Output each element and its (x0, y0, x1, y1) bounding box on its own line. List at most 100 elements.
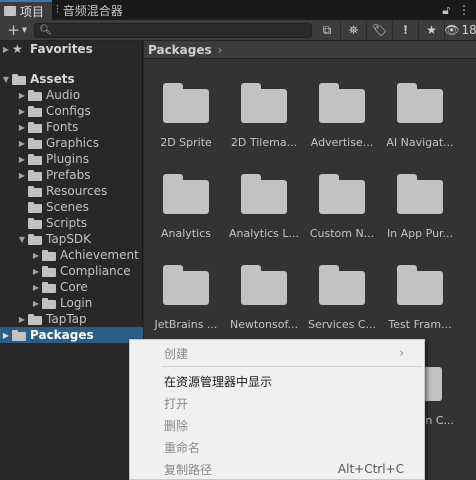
folder-icon (241, 83, 287, 123)
tree-item-taptap[interactable]: ▶ TapTap (0, 311, 143, 327)
folder-open-icon (12, 73, 26, 85)
grid-item[interactable]: Test Fram... (381, 265, 459, 345)
chevron-right-icon[interactable]: ▶ (16, 139, 28, 148)
chevron-right-icon[interactable]: ▶ (16, 315, 28, 324)
tree-item-label: Configs (46, 104, 91, 118)
chevron-right-icon[interactable]: ▶ (16, 171, 28, 180)
tree-favorites[interactable]: ▶ ★ Favorites (0, 41, 143, 57)
tree-item-resources[interactable]: Resources (0, 183, 143, 199)
tree-packages[interactable]: ▶ Packages (0, 327, 143, 343)
tab-audio-mixer-label: 音频混合器 (62, 3, 123, 18)
label-icon[interactable]: 🏷︎ (366, 20, 392, 40)
grid-item[interactable]: JetBrains ... (147, 265, 225, 345)
grid-item[interactable]: Advertise... (303, 83, 381, 163)
tree-item-label: Prefabs (46, 168, 91, 182)
chevron-right-icon[interactable]: ▶ (16, 123, 28, 132)
tree-assets[interactable]: ▼ Assets (0, 71, 143, 87)
folder-icon (28, 137, 42, 149)
menu-item-create[interactable]: 创建 › (130, 342, 424, 364)
lock-icon[interactable]: 🔓︎ (442, 3, 450, 18)
tree-item-label: Resources (46, 184, 108, 198)
tree-item-prefabs[interactable]: ▶ Prefabs (0, 167, 143, 183)
menu-item-rename[interactable]: 重命名 (130, 436, 424, 458)
menu-item-label: 打开 (164, 396, 189, 411)
grid-item[interactable]: Analytics L... (225, 174, 303, 254)
plus-icon: + (7, 21, 20, 39)
folder-icon (28, 201, 42, 213)
grid-item[interactable]: AI Navigat... (381, 83, 459, 163)
menu-item-copy-path[interactable]: 复制路径 Alt+Ctrl+C (130, 458, 424, 480)
grid-item[interactable]: 2D Sprite (147, 83, 225, 163)
tree-item-login[interactable]: ▶ Login (0, 295, 143, 311)
tree-item-audio[interactable]: ▶ Audio (0, 87, 143, 103)
breadcrumb-packages[interactable]: Packages (148, 43, 212, 57)
folder-icon (28, 313, 42, 325)
chevron-down-icon[interactable]: ▼ (16, 235, 28, 244)
menu-item-show-in-explorer[interactable]: 在资源管理器中显示 (130, 370, 424, 392)
tree-assets-label: Assets (30, 72, 75, 86)
folder-icon (28, 153, 42, 165)
tree-item-label: Audio (46, 88, 81, 102)
grid-item-label: In App Pur... (386, 227, 454, 240)
tree-item-configs[interactable]: ▶ Configs (0, 103, 143, 119)
search-field[interactable]: 🔍︎ (34, 22, 312, 38)
mixer-icon: ⫶ (56, 3, 59, 16)
grid-item[interactable]: 2D Tilema... (225, 83, 303, 163)
folder-icon (163, 83, 209, 123)
favorite-star-icon[interactable]: ★ (418, 20, 444, 40)
tab-audio-mixer[interactable]: ⫶ 音频混合器 (52, 0, 131, 20)
folder-icon (28, 185, 42, 197)
grid-item[interactable]: Analytics (147, 174, 225, 254)
menu-item-delete[interactable]: 删除 (130, 414, 424, 436)
tab-project-label: 项目 (20, 4, 45, 19)
grid-item[interactable]: Newtonsof... (225, 265, 303, 345)
menu-item-label: 删除 (164, 418, 189, 433)
tree-item-tapsdk[interactable]: ▼ TapSDK (0, 231, 143, 247)
tree-packages-label: Packages (30, 328, 94, 342)
add-button[interactable]: + ▼ (0, 21, 34, 39)
tree-item-scripts[interactable]: Scripts (0, 215, 143, 231)
chevron-right-icon[interactable]: ▶ (16, 107, 28, 116)
menu-item-open[interactable]: 打开 (130, 392, 424, 414)
chevron-right-icon[interactable]: ▶ (30, 299, 42, 308)
more-options-icon[interactable]: ⋮ (458, 3, 470, 17)
menu-item-label: 复制路径 (164, 462, 213, 477)
chevron-right-icon[interactable]: ▶ (16, 91, 28, 100)
log-icon[interactable]: ❗︎ (392, 20, 418, 40)
chevron-right-icon[interactable]: ▶ (30, 267, 42, 276)
tree-item-achievement[interactable]: ▶ Achievement (0, 247, 143, 263)
folder-icon (241, 174, 287, 214)
tree-item-core[interactable]: ▶ Core (0, 279, 143, 295)
search-input[interactable] (55, 24, 311, 36)
tree-item-label: Scripts (46, 216, 88, 230)
folder-icon (12, 329, 26, 341)
tree-item-compliance[interactable]: ▶ Compliance (0, 263, 143, 279)
folder-icon (28, 217, 42, 229)
chevron-right-icon[interactable]: ▶ (16, 155, 28, 164)
search-by-type-icon[interactable]: ⧉ (314, 21, 340, 40)
folder-icon (28, 105, 42, 117)
grid-item[interactable]: In App Pur... (381, 174, 459, 254)
tree-item-plugins[interactable]: ▶ Plugins (0, 151, 143, 167)
filter-by-type-icon[interactable]: ⛯ (340, 20, 366, 40)
star-icon: ★ (12, 42, 23, 56)
tree-item-fonts[interactable]: ▶ Fonts (0, 119, 143, 135)
grid-item-label: Newtonsof... (229, 318, 299, 331)
chevron-right-icon[interactable]: ▶ (0, 331, 12, 340)
chevron-down-icon[interactable]: ▼ (0, 75, 12, 84)
tab-project[interactable]: 项目 (0, 0, 53, 20)
grid-item-label: Advertise... (310, 136, 374, 149)
folder-icon (241, 265, 287, 305)
grid-item[interactable]: Custom N... (303, 174, 381, 254)
grid-item[interactable]: Services C... (303, 265, 381, 345)
tree-item-label: TapTap (46, 312, 87, 326)
chevron-right-icon[interactable]: ▶ (30, 251, 42, 260)
tree-item-scenes[interactable]: Scenes (0, 199, 143, 215)
chevron-right-icon[interactable]: ▶ (0, 45, 12, 54)
search-icon: 🔍︎ (39, 24, 53, 36)
folder-icon (397, 83, 443, 123)
chevron-right-icon[interactable]: ▶ (30, 283, 42, 292)
tree-item-graphics[interactable]: ▶ Graphics (0, 135, 143, 151)
shortcut-label: Alt+Ctrl+C (337, 462, 404, 476)
hidden-packages-toggle[interactable]: 👁︎ 18 (444, 20, 476, 40)
